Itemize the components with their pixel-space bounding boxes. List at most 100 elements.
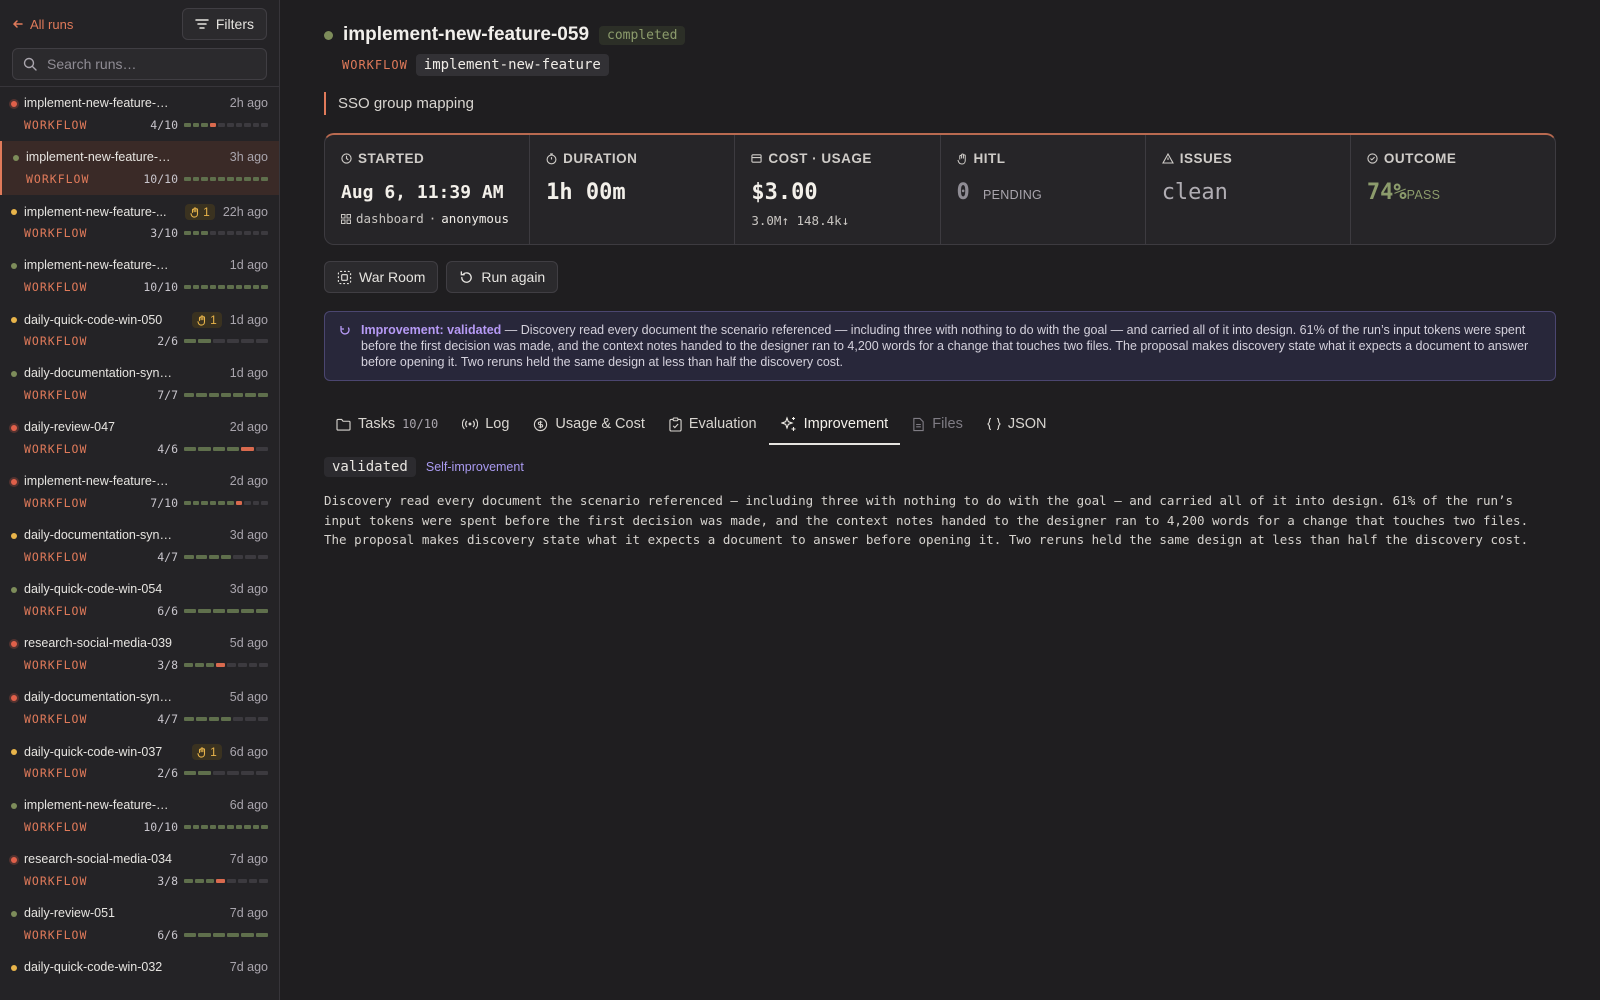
run-list-item[interactable]: daily-documentation-sync-053 5d ago WORKFL… [0,681,279,735]
run-name: implement-new-feature-059 [26,150,176,164]
run-meta: 2d ago [230,474,268,488]
run-list-item[interactable]: daily-documentation-sync-045 3d ago WORKFL… [0,519,279,573]
progress-segment [184,663,193,667]
run-list-item[interactable]: implement-new-feature-055 2d ago WORKFLOW 7… [0,465,279,519]
usage-tokens: 3.0M↑ 148.4k↓ [751,213,850,228]
issues-label: ISSUES [1179,151,1233,166]
run-progress: 4/7 [157,712,268,726]
run-progress-bar [184,447,268,451]
progress-segment [218,285,225,289]
tab-log[interactable]: Log [450,405,521,443]
run-list-item[interactable]: implement-new-feature-052 6d ago WORKFLOW 1… [0,789,279,843]
run-list-item[interactable]: research-social-media-039 5d ago WORKFLOW 3… [0,627,279,681]
self-improvement-link[interactable]: Self-improvement [426,460,524,474]
run-status-dot [11,749,17,755]
progress-segment [235,285,243,289]
run-header-row: research-social-media-039 5d ago [24,636,268,650]
run-name: implement-new-feature-052 [24,798,174,812]
run-meta: 3d ago [230,528,268,542]
cycle-icon [340,326,350,335]
run-step-count: 10/10 [143,172,178,186]
progress-segment [218,825,225,829]
tab-tasks[interactable]: Tasks 10/10 [324,405,450,443]
run-list-item[interactable]: daily-documentation-sync-056 1d ago WORKFL… [0,357,279,411]
all-runs-link[interactable]: All runs [12,17,73,32]
run-list-item[interactable]: daily-review-051 7d ago WORKFLOW 6/6 [0,897,279,951]
run-age: 6d ago [229,798,268,812]
progress-segment [261,825,268,829]
run-status-dot [13,155,19,161]
run-list-item[interactable]: daily-quick-code-win-054 3d ago WORKFLOW 6/… [0,573,279,627]
progress-segment [209,123,217,127]
progress-segment [261,501,268,505]
run-list-item[interactable]: implement-new-feature-... 1 22h ago WORKFLO… [0,195,279,249]
run-list-item[interactable]: implement-new-feature-057 1d ago WORKFLOW 1… [0,249,279,303]
run-status-dot [11,857,17,863]
progress-segment [184,339,197,343]
run-progress-bar [184,717,268,721]
run-name: research-social-media-039 [24,636,172,650]
hand-icon [197,746,206,758]
run-progress-row: WORKFLOW 10/10 [26,172,268,186]
run-list-item[interactable]: daily-quick-code-win-037 1 6d ago WORKFLOW 2… [0,735,279,789]
progress-segment [205,663,215,667]
progress-segment [226,285,234,289]
run-list-item[interactable]: daily-review-047 2d ago WORKFLOW 4/6 [0,411,279,465]
started-user: anonymous [441,211,509,226]
run-age: 5d ago [229,690,268,704]
progress-segment [198,771,211,775]
title-row: implement-new-feature-059 completed [324,24,1556,46]
workflow-name: implement-new-feature [415,54,609,76]
stat-started: STARTED Aug 6, 11:39 AM dashboard · anonym… [325,135,531,244]
filters-button[interactable]: Filters [181,8,267,40]
run-progress-row: WORKFLOW 4/7 [24,550,268,564]
run-name: implement-new-feature-... [24,205,167,219]
run-again-button[interactable]: Run again [446,261,559,293]
hand-icon [190,206,199,218]
tab-json[interactable]: JSON [975,405,1059,443]
braces-icon [986,417,1001,431]
war-room-button[interactable]: War Room [324,261,439,293]
run-progress-row: WORKFLOW 3/8 [24,874,268,888]
run-progress-row: WORKFLOW 7/10 [24,496,268,510]
war-room-label: War Room [359,269,426,285]
run-header-row: daily-quick-code-win-054 3d ago [24,582,268,596]
run-meta: 3h ago [230,150,268,164]
search-input[interactable] [47,56,247,72]
progress-segment [212,447,225,451]
progress-segment [208,393,219,397]
run-list-item[interactable]: daily-quick-code-win-032 7d ago [0,951,279,1000]
run-meta: 5d ago [230,690,268,704]
progress-segment [255,339,268,343]
run-progress: 10/10 [143,280,268,294]
run-step-count: 4/6 [157,442,178,456]
run-list-item[interactable]: implement-new-feature-059 3h ago WORKFLOW 1… [0,141,279,195]
progress-segment [220,555,232,559]
tab-evaluation[interactable]: Evaluation [657,405,769,443]
run-list-item[interactable]: implement-new-feature-060 2h ago WORKFLOW 4… [0,87,279,141]
progress-segment [237,663,247,667]
run-step-count: 2/6 [157,766,178,780]
tab-usage-cost[interactable]: Usage & Cost [521,405,656,443]
tab-files[interactable]: Files [900,405,975,443]
tab-tasks-count: 10/10 [402,417,439,431]
run-list-item[interactable]: research-social-media-034 7d ago WORKFLOW 3… [0,843,279,897]
stat-duration: DURATION 1h 00m [530,135,736,244]
progress-segment [184,177,191,181]
hitl-label: HITL [973,151,1006,166]
run-list-item[interactable]: daily-quick-code-win-050 1 1d ago WORKFLOW 2… [0,303,279,357]
run-progress: 4/7 [157,550,268,564]
search-box [12,48,267,80]
progress-segment [245,717,256,721]
clock-icon [341,153,352,164]
progress-segment [257,717,268,721]
run-progress-row: WORKFLOW 10/10 [24,820,268,834]
progress-segment [259,879,268,883]
tab-improvement[interactable]: Improvement [768,405,901,445]
hitl-count: 1 [210,313,217,327]
run-meta: 2d ago [230,420,268,434]
hitl-count: 1 [203,205,210,219]
run-age: 1d ago [229,258,268,272]
progress-segment [201,177,208,181]
war-room-icon [337,270,352,284]
